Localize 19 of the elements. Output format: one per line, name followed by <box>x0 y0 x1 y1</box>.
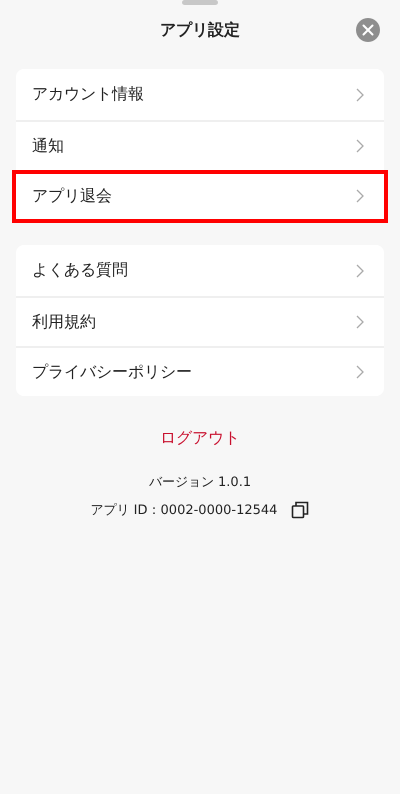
chevron-right-icon <box>356 189 364 203</box>
chevron-right-icon <box>356 88 364 102</box>
logout-button[interactable]: ログアウト <box>156 426 244 451</box>
close-button[interactable] <box>356 18 380 42</box>
grab-handle[interactable] <box>182 0 218 5</box>
chevron-right-icon <box>356 264 364 278</box>
copy-icon[interactable] <box>291 501 310 519</box>
version-text: バージョン 1.0.1 <box>148 474 252 491</box>
settings-item[interactable]: アカウント情報 <box>16 69 384 120</box>
screen-title: アプリ設定 <box>160 20 240 40</box>
settings-item[interactable]: 通知 <box>16 120 384 170</box>
chevron-right-icon <box>356 315 364 329</box>
chevron-right-icon <box>356 365 364 379</box>
settings-item[interactable]: プライバシーポリシー <box>16 346 384 396</box>
chevron-right-icon <box>356 139 364 153</box>
settings-item[interactable]: よくある質問 <box>16 245 384 296</box>
close-icon <box>356 18 380 42</box>
app-id-text: アプリ ID：0002-0000-12544 <box>90 502 278 519</box>
settings-item[interactable]: 利用規約 <box>16 296 384 346</box>
